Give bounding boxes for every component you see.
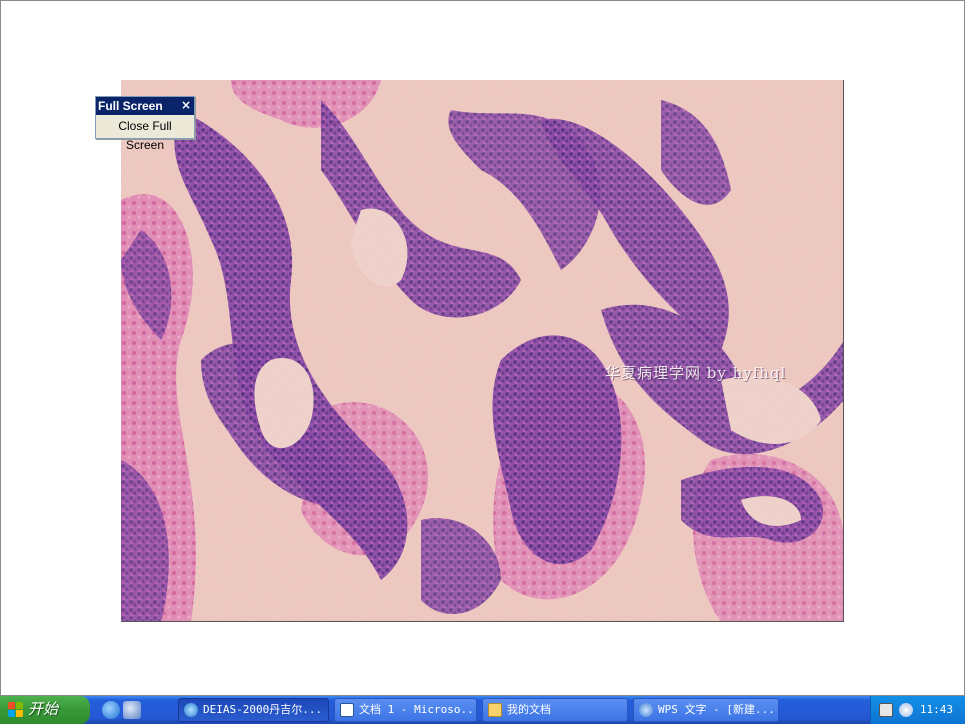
app-icon (184, 703, 198, 717)
task-label: 文档 1 - Microso... (359, 703, 477, 716)
close-icon[interactable]: × (180, 97, 192, 115)
start-label: 开始 (28, 701, 59, 718)
desktop-icon[interactable] (123, 701, 141, 719)
keyboard-icon[interactable] (879, 703, 893, 717)
desktop-screen: 华夏病理学网 by hyfhql Full Screen × Close Ful… (0, 0, 965, 724)
folder-icon (488, 703, 502, 717)
task-button-my-documents[interactable]: 我的文档 (482, 698, 628, 722)
windows-logo-icon (8, 702, 24, 718)
fullscreen-title-text: Full Screen (98, 99, 163, 113)
task-label: DEIAS-2000丹吉尔... (203, 703, 323, 716)
task-label: WPS 文字 - [新建... (658, 703, 775, 716)
clock[interactable]: 11:43 (920, 696, 953, 724)
taskbar: 开始 DEIAS-2000丹吉尔... 文档 1 - Microso... 我的… (0, 696, 965, 724)
watermark-text: 华夏病理学网 by hyfhql (605, 364, 787, 382)
close-fullscreen-button[interactable]: Close Full Screen (99, 117, 191, 152)
network-icon[interactable] (899, 703, 913, 717)
ie-icon[interactable] (102, 701, 120, 719)
task-button-word[interactable]: 文档 1 - Microso... (334, 698, 477, 722)
task-label: 我的文档 (507, 703, 551, 716)
word-icon (340, 703, 354, 717)
task-button-deias[interactable]: DEIAS-2000丹吉尔... (178, 698, 329, 722)
histology-svg (121, 80, 843, 621)
system-tray: 11:43 (870, 696, 965, 724)
fullscreen-toolbar-title[interactable]: Full Screen × (96, 97, 194, 115)
histology-image: 华夏病理学网 by hyfhql (121, 80, 844, 622)
task-button-wps[interactable]: WPS 文字 - [新建... (633, 698, 779, 722)
wps-icon (639, 703, 653, 717)
fullscreen-toolbar: Full Screen × Close Full Screen (95, 96, 195, 152)
start-button[interactable]: 开始 (0, 696, 90, 724)
